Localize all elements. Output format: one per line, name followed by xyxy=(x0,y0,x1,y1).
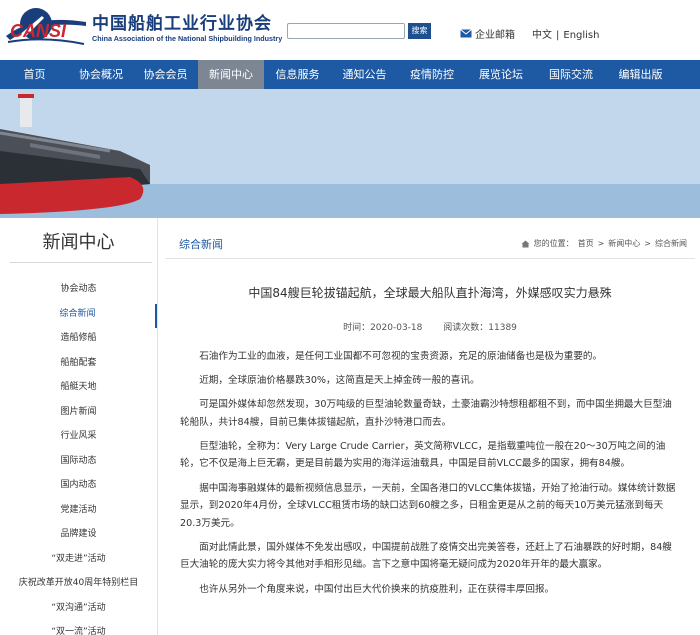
sidebar-item[interactable]: 庆祝改革开放40周年特别栏目 xyxy=(0,573,157,598)
breadcrumb-prefix: 您的位置： xyxy=(533,239,574,248)
nav-item[interactable]: 编辑出版 xyxy=(606,60,675,89)
sidebar-divider xyxy=(157,218,158,635)
cansi-logo[interactable]: CANSI xyxy=(4,6,88,50)
logo-text: CANSI xyxy=(10,21,67,41)
sidebar-list: 协会动态 综合新闻 造船修船 船舶配套 船艇天地 图片新闻 行业风采 国际动态 国内动态 党建活动… xyxy=(0,279,157,635)
site-header: CANSI 中国船舶工业行业协会 China Association of th… xyxy=(0,0,700,60)
breadcrumb: 您的位置： 首页 > 新闻中心 > 综合新闻 xyxy=(521,238,687,249)
sidebar-item[interactable]: “双一流”活动 xyxy=(0,622,157,635)
sidebar-item[interactable]: 党建活动 xyxy=(0,500,157,525)
article-paragraph: 巨型油轮，全称为：Very Large Crude Carrier，英文简称VL… xyxy=(180,440,666,470)
sidebar-title: 新闻中心 xyxy=(42,232,115,253)
nav-item[interactable]: 协会会员 xyxy=(133,60,198,89)
breadcrumb-news-center[interactable]: 新闻中心 xyxy=(608,238,640,249)
breadcrumb-bar: 综合新闻 您的位置： 首页 > 新闻中心 > 综合新闻 xyxy=(165,225,695,259)
nav-item[interactable]: 疫情防控 xyxy=(398,60,466,89)
nav-item[interactable]: 新闻中心 xyxy=(198,60,264,89)
breadcrumb-sep: > xyxy=(597,239,605,248)
org-name-cn: 中国船舶工业行业协会 xyxy=(92,14,272,34)
lang-cn-link[interactable]: 中文 xyxy=(532,30,552,41)
article-paragraph: 据中国海事融媒体的最新视频信息显示，一天前，全国各港口的VLCC集体拔锚，开始了… xyxy=(180,482,676,529)
search-input[interactable] xyxy=(287,23,405,39)
article-views: 阅读次数：11389 xyxy=(443,323,517,333)
sidebar-item[interactable]: 协会动态 xyxy=(0,279,157,304)
article-paragraph: 近期，全球原油价格暴跌30%，这简直是天上掉金砖一般的喜讯。 xyxy=(199,375,480,387)
article-time: 时间：2020-03-18 xyxy=(343,323,423,333)
main-nav: 首页 协会概况 协会会员 新闻中心 信息服务 通知公告 疫情防控 展览论坛 国际交流 编辑出版 xyxy=(0,60,700,89)
mail-label: 企业邮箱 xyxy=(475,30,515,41)
sidebar-item[interactable]: “双走进”活动 xyxy=(0,549,157,574)
sidebar-item[interactable]: 造船修船 xyxy=(0,328,157,353)
sidebar-item[interactable]: 船舶配套 xyxy=(0,353,157,378)
article-paragraph: 面对此情此景，国外媒体不免发出感叹，中国提前战胜了疫情交出完美答卷，还赶上了石油… xyxy=(180,541,672,571)
sidebar-item[interactable]: 国际动态 xyxy=(0,451,157,476)
sidebar-item[interactable]: 国内动态 xyxy=(0,475,157,500)
org-name-en: China Association of the National Shipbu… xyxy=(92,34,283,43)
article-body: 石油作为工业的血液，是任何工业国都不可忽视的宝贵资源，充足的原油储备也是极为重要… xyxy=(180,348,680,605)
home-icon xyxy=(521,240,530,247)
sidebar-item[interactable]: “双沟通”活动 xyxy=(0,598,157,623)
ship-banner-image xyxy=(0,89,700,218)
breadcrumb-general-news[interactable]: 综合新闻 xyxy=(655,238,687,249)
lang-separator: | xyxy=(556,30,560,41)
sidebar-item[interactable]: 图片新闻 xyxy=(0,402,157,427)
sidebar-item[interactable]: 行业风采 xyxy=(0,426,157,451)
language-switch: 中文 | English xyxy=(530,26,601,41)
nav-item[interactable]: 协会概况 xyxy=(69,60,133,89)
article-title: 中国84艘巨轮拔锚起航，全球最大船队直扑海湾，外媒感叹实力悬殊 xyxy=(248,286,612,300)
sidebar: 新闻中心 协会动态 综合新闻 造船修船 船舶配套 船艇天地 图片新闻 行业风采 国际动态 国内动… xyxy=(0,218,157,635)
sidebar-item[interactable]: 综合新闻 xyxy=(0,303,157,328)
nav-item[interactable]: 信息服务 xyxy=(264,60,331,89)
article-paragraph: 可是国外媒体却忽然发现，30万吨级的巨型油轮数量奇缺，土豪油霸沙特想租都租不到，… xyxy=(180,399,672,428)
lang-en-link[interactable]: English xyxy=(563,30,599,41)
search-button[interactable]: 搜索 xyxy=(408,23,431,39)
nav-item[interactable]: 展览论坛 xyxy=(466,60,536,89)
sidebar-item[interactable]: 品牌建设 xyxy=(0,524,157,549)
sidebar-title-divider xyxy=(10,262,152,263)
nav-item[interactable]: 通知公告 xyxy=(331,60,398,89)
section-title: 综合新闻 xyxy=(179,238,223,251)
breadcrumb-sep: > xyxy=(644,239,651,248)
article-paragraph: 也许从另外一个角度来说，中国付出巨大代价换来的抗疫胜利，正在获得丰厚回报。 xyxy=(199,583,555,595)
article-paragraph: 石油作为工业的血液，是任何工业国都不可忽视的宝贵资源，充足的原油储备也是极为重要… xyxy=(199,351,603,362)
ship-banner xyxy=(0,89,700,218)
nav-item[interactable]: 首页 xyxy=(0,60,69,89)
nav-item[interactable]: 国际交流 xyxy=(536,60,606,89)
mail-icon xyxy=(460,29,472,38)
enterprise-mail-link[interactable]: 企业邮箱 xyxy=(460,26,515,41)
sidebar-item[interactable]: 船艇天地 xyxy=(0,377,157,402)
breadcrumb-home[interactable]: 首页 xyxy=(578,238,594,249)
article-meta: 时间：2020-03-18 阅读次数：11389 xyxy=(165,320,695,333)
